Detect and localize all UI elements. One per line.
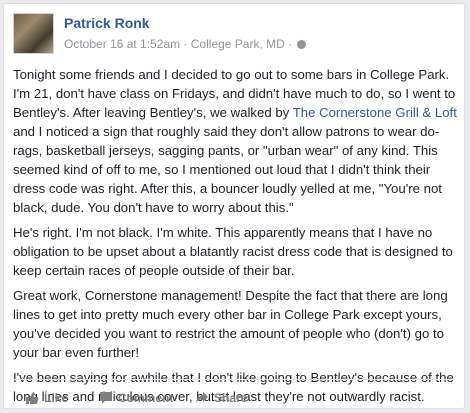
- post-body: Tonight some friends and I decided to go…: [13, 65, 459, 412]
- thumbs-up-icon: [25, 391, 39, 405]
- post-paragraph: Tonight some friends and I decided to go…: [13, 65, 459, 217]
- share-arrow-icon: [195, 391, 209, 405]
- meta-separator: ·: [288, 37, 296, 51]
- post-timestamp[interactable]: October 16 at 1:52am: [64, 37, 180, 51]
- like-button[interactable]: Like: [25, 391, 68, 405]
- post-header: Patrick Ronk October 16 at 1:52am · Coll…: [13, 13, 453, 57]
- share-label: Share: [214, 391, 248, 405]
- action-bar: Like Comment Share: [13, 388, 453, 408]
- post-meta: October 16 at 1:52am · College Park, MD …: [64, 37, 307, 51]
- meta-separator: ·: [183, 37, 191, 51]
- page-link[interactable]: The Cornerstone Grill & Loft: [293, 105, 457, 120]
- globe-icon[interactable]: [297, 40, 307, 49]
- comment-icon: [99, 391, 113, 405]
- post-paragraph: He's right. I'm not black. I'm white. Th…: [13, 225, 453, 278]
- share-button[interactable]: Share: [195, 391, 247, 405]
- comment-label: Comment: [118, 391, 174, 405]
- post-card: Patrick Ronk October 16 at 1:52am · Coll…: [3, 3, 465, 409]
- post-location[interactable]: College Park, MD: [191, 37, 285, 51]
- avatar[interactable]: [13, 13, 54, 54]
- comment-button[interactable]: Comment: [99, 391, 173, 405]
- paragraph-text: and I noticed a sign that roughly said t…: [13, 124, 442, 215]
- like-label: Like: [44, 391, 69, 405]
- divider: [13, 379, 455, 380]
- author-name[interactable]: Patrick Ronk: [64, 15, 150, 31]
- post-paragraph: Great work, Cornerstone management! Desp…: [13, 288, 448, 360]
